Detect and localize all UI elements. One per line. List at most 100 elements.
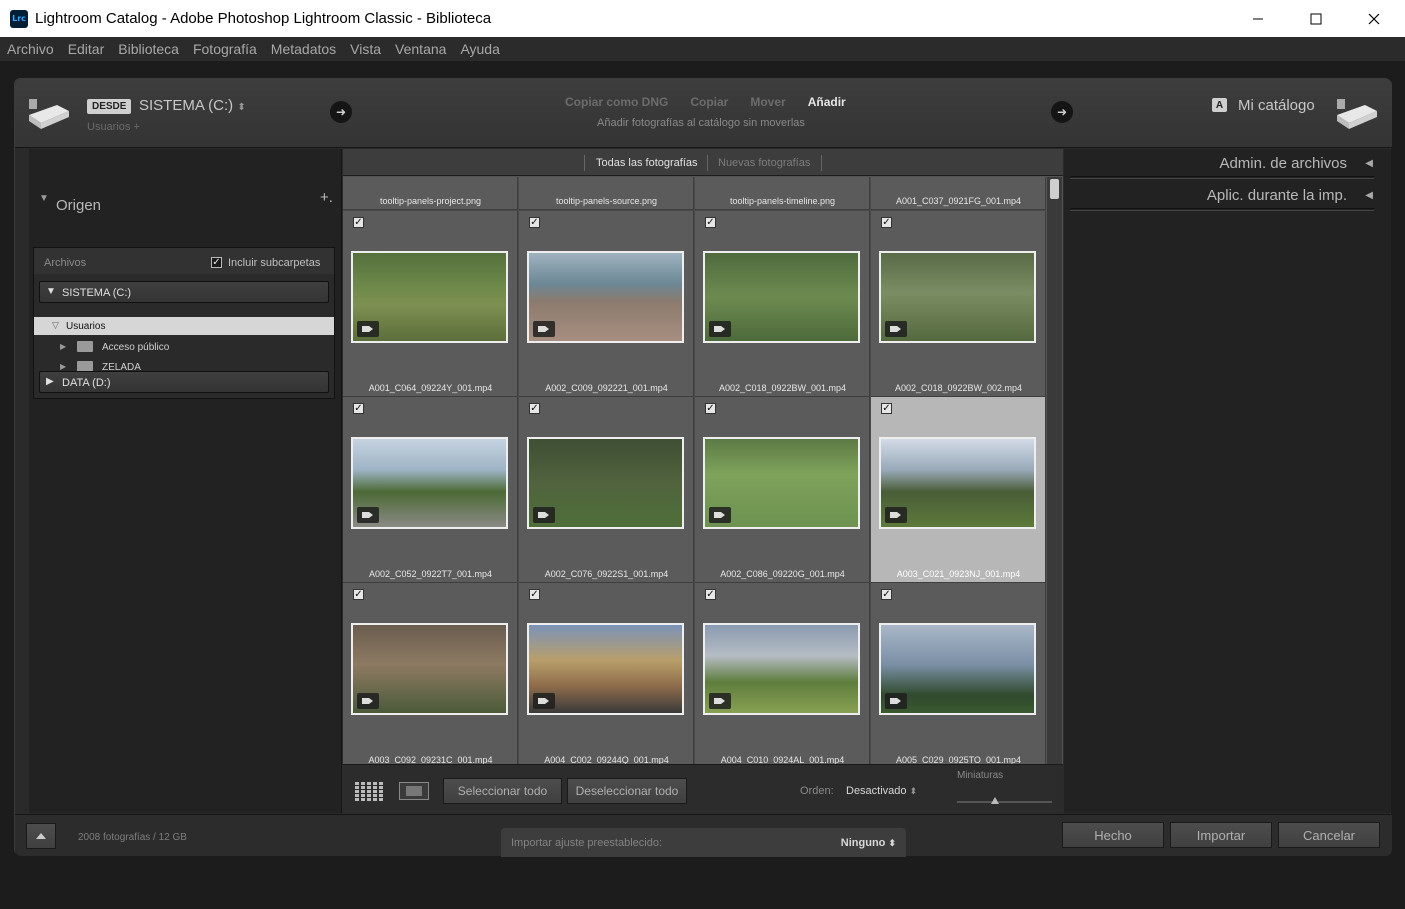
grid-cell-partial[interactable]: A001_C037_0921FG_001.mp4 — [871, 177, 1046, 210]
include-checkbox[interactable]: ✓ — [705, 589, 716, 600]
grid-cell[interactable]: ✓ A004_C002_09244Q_001.mp4 — [519, 583, 694, 764]
select-all-button[interactable]: Seleccionar todo — [443, 778, 562, 804]
menu-metadatos[interactable]: Metadatos — [271, 41, 336, 57]
import-dialog: DESDE SISTEMA (C:) ⬍ Usuarios + ➜ Copiar… — [14, 78, 1392, 857]
include-subfolders-checkbox[interactable]: ✓ — [211, 257, 222, 268]
include-checkbox[interactable]: ✓ — [353, 403, 364, 414]
grid-cell[interactable]: ✓ A001_C064_09224Y_001.mp4 — [343, 211, 518, 397]
grid-cell[interactable]: ✓ A005_C029_0925TO_001.mp4 — [871, 583, 1046, 764]
grid-cell[interactable]: ✓ A004_C010_0924AL_001.mp4 — [695, 583, 870, 764]
preset-dropdown[interactable]: Ninguno ⬍ — [841, 837, 896, 849]
compact-view-button[interactable] — [26, 823, 56, 849]
collapse-left-triangle-icon[interactable]: ◀ — [1365, 158, 1373, 169]
menu-biblioteca[interactable]: Biblioteca — [118, 41, 179, 57]
slider-knob[interactable] — [991, 797, 999, 804]
tab-all-photos[interactable]: Todas las fotografías — [596, 157, 698, 169]
mode-copy-dng[interactable]: Copiar como DNG — [565, 95, 668, 109]
import-preset-selector[interactable]: Importar ajuste preestablecido: Ninguno … — [501, 828, 906, 857]
grid-cell[interactable]: ✓ A002_C086_09220G_001.mp4 — [695, 397, 870, 583]
collapsed-triangle-icon[interactable]: ▶ — [46, 376, 54, 387]
source-path[interactable]: Usuarios + — [87, 121, 140, 133]
menu-ayuda[interactable]: Ayuda — [460, 41, 499, 57]
video-camera-icon — [533, 693, 555, 709]
include-checkbox[interactable]: ✓ — [529, 217, 540, 228]
grid-cell[interactable]: ✓ A002_C076_0922S1_001.mp4 — [519, 397, 694, 583]
volume-sistema-c[interactable]: ▼ SISTEMA (C:) — [39, 281, 329, 303]
grid-cell[interactable]: ✓ A002_C018_0922BW_001.mp4 — [695, 211, 870, 397]
include-checkbox[interactable]: ✓ — [353, 217, 364, 228]
video-thumbnail[interactable] — [527, 251, 684, 343]
grid-toolbar: Seleccionar todo Deseleccionar todo Orde… — [343, 764, 1063, 813]
menu-archivo[interactable]: Archivo — [7, 41, 54, 57]
maximize-icon[interactable] — [1287, 0, 1345, 37]
grid-cell-partial[interactable]: tooltip-panels-timeline.png — [695, 177, 870, 210]
video-thumbnail[interactable] — [879, 437, 1036, 529]
folder-label: Acceso público — [102, 342, 170, 353]
volume-data-d[interactable]: ▶ DATA (D:) — [39, 371, 329, 393]
grid-scrollbar[interactable] — [1047, 177, 1062, 764]
mode-copy[interactable]: Copiar — [690, 95, 728, 109]
include-checkbox[interactable]: ✓ — [705, 217, 716, 228]
import-button[interactable]: Importar — [1170, 822, 1272, 848]
menu-editar[interactable]: Editar — [68, 41, 105, 57]
grid-cell-partial[interactable]: tooltip-panels-source.png — [519, 177, 694, 210]
menu-vista[interactable]: Vista — [350, 41, 381, 57]
close-icon[interactable] — [1345, 0, 1403, 37]
expanded-triangle-icon[interactable]: ▼ — [46, 286, 56, 297]
video-thumbnail[interactable] — [879, 251, 1036, 343]
collapsed-triangle-icon[interactable]: ▶ — [60, 342, 66, 351]
lightroom-app-icon: Lrc — [10, 9, 28, 28]
menu-ventana[interactable]: Ventana — [395, 41, 446, 57]
video-thumbnail[interactable] — [527, 437, 684, 529]
include-checkbox[interactable]: ✓ — [529, 403, 540, 414]
folder-acceso-publico[interactable]: ▶ Acceso público — [34, 337, 334, 357]
add-source-button[interactable]: +. — [320, 189, 333, 206]
mode-add[interactable]: Añadir — [808, 95, 846, 109]
tab-new-photos[interactable]: Nuevas fotografías — [718, 157, 810, 169]
video-thumbnail[interactable] — [703, 623, 860, 715]
loupe-view-icon[interactable] — [399, 782, 429, 800]
thumbnail-filename: tooltip-panels-source.png — [555, 196, 658, 206]
collapse-left-triangle-icon[interactable]: ◀ — [1365, 190, 1373, 201]
video-thumbnail[interactable] — [703, 251, 860, 343]
folder-usuarios[interactable]: ▽ Usuarios — [34, 317, 334, 335]
video-thumbnail[interactable] — [351, 251, 508, 343]
video-thumbnail[interactable] — [527, 623, 684, 715]
grid-cell[interactable]: ✓ A002_C052_0922T7_001.mp4 — [343, 397, 518, 583]
cancel-button[interactable]: Cancelar — [1278, 822, 1380, 848]
video-thumbnail[interactable] — [703, 437, 860, 529]
photo-grid-panel: Todas las fotografías Nuevas fotografías… — [343, 149, 1063, 813]
include-checkbox[interactable]: ✓ — [881, 217, 892, 228]
sort-dropdown[interactable]: Desactivado ⬍ — [846, 785, 917, 797]
deselect-all-button[interactable]: Deseleccionar todo — [567, 778, 687, 804]
menu-fotografia[interactable]: Fotografía — [193, 41, 257, 57]
collapse-triangle-icon[interactable]: ▼ — [39, 193, 49, 204]
include-checkbox[interactable]: ✓ — [881, 589, 892, 600]
mode-move[interactable]: Mover — [750, 95, 785, 109]
scrollbar-thumb[interactable] — [1050, 179, 1059, 199]
grid-cell[interactable]: ✓ A002_C018_0922BW_002.mp4 — [871, 211, 1046, 397]
include-checkbox[interactable]: ✓ — [353, 589, 364, 600]
grid-cell-partial[interactable]: tooltip-panels-project.png — [343, 177, 518, 210]
collapsed-triangle-icon[interactable]: ▶ — [60, 362, 66, 371]
source-drive-icon[interactable] — [27, 97, 71, 133]
destination-catalog[interactable]: Mi catálogo — [1238, 97, 1315, 114]
done-button[interactable]: Hecho — [1062, 822, 1164, 848]
video-thumbnail[interactable] — [879, 623, 1036, 715]
include-checkbox[interactable]: ✓ — [881, 403, 892, 414]
apply-during-import-header[interactable]: Aplic. durante la imp. — [1207, 187, 1347, 204]
grid-cell[interactable]: ✓ A003_C092_09231C_001.mp4 — [343, 583, 518, 764]
minimize-icon[interactable] — [1229, 0, 1287, 37]
grid-cell[interactable]: ✓ A002_C009_092221_001.mp4 — [519, 211, 694, 397]
grid-cell[interactable]: ✓ A003_C021_0923NJ_001.mp4 — [871, 397, 1046, 583]
include-checkbox[interactable]: ✓ — [529, 589, 540, 600]
video-thumbnail[interactable] — [351, 437, 508, 529]
thumbnail-size-slider[interactable] — [957, 801, 1052, 803]
video-thumbnail[interactable] — [351, 623, 508, 715]
file-handling-header[interactable]: Admin. de archivos — [1219, 155, 1347, 172]
grid-view-icon[interactable] — [355, 781, 385, 801]
include-checkbox[interactable]: ✓ — [705, 403, 716, 414]
sort-label: Orden: — [800, 785, 834, 797]
expanded-triangle-icon[interactable]: ▽ — [52, 320, 59, 331]
source-selector[interactable]: SISTEMA (C:) ⬍ — [139, 97, 246, 114]
